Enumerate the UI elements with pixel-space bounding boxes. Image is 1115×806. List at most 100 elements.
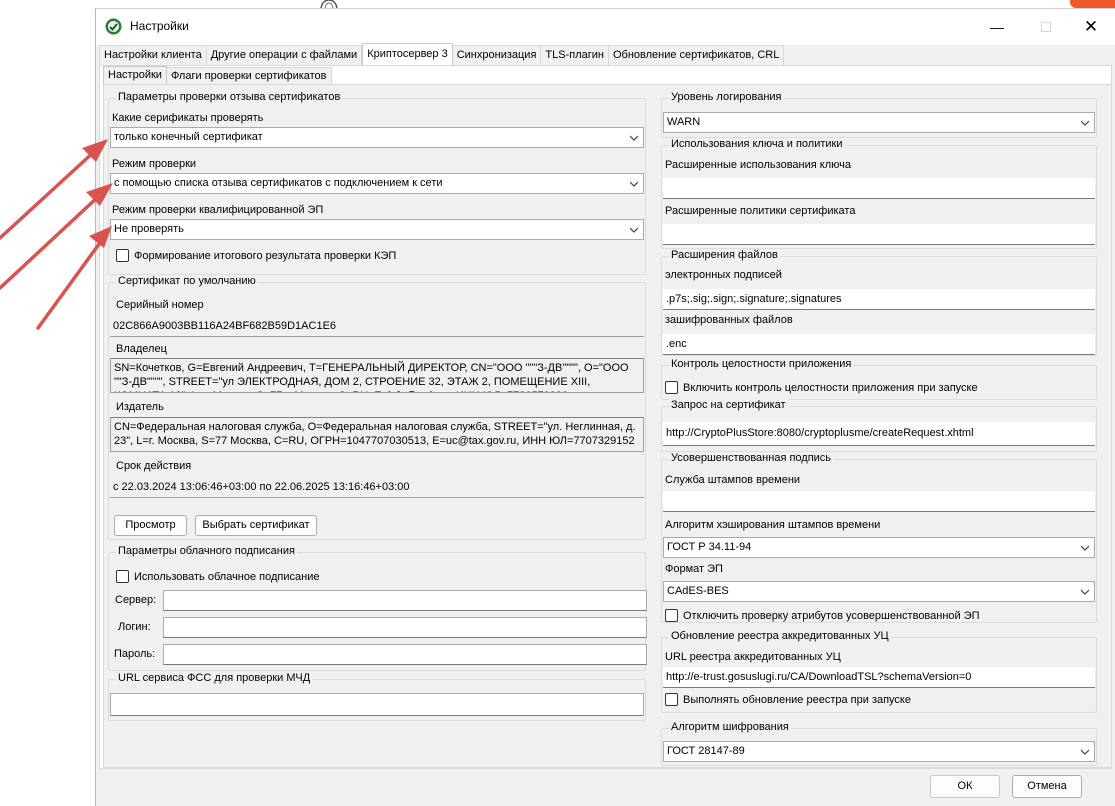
login-label: Логин: (118, 621, 151, 633)
subtab-settings[interactable]: Настройки (103, 66, 167, 84)
key-usage-legend: Использования ключа и политики (669, 138, 845, 150)
checkbox-box[interactable] (665, 609, 678, 622)
checkbox-box[interactable] (116, 249, 129, 262)
tab-cryptoserver-3[interactable]: Криптосервер 3 (362, 43, 453, 65)
chevron-down-icon (1081, 749, 1089, 755)
cloud-legend: Параметры облачного подписания (116, 545, 297, 557)
registry-update-checkbox[interactable]: Выполнять обновление реестра при запуске (665, 693, 911, 707)
validity-label: Срок действия (116, 460, 192, 472)
settings-window: Настройки — ☐ ✕ Настройки клиента Другие… (95, 8, 1115, 806)
ext-policy-input[interactable] (663, 224, 1095, 245)
qualified-mode-value: Не проверять (114, 223, 184, 235)
annotation-arrow-1 (0, 139, 108, 240)
qualified-mode-select[interactable]: Не проверять (110, 219, 644, 240)
registry-url-input[interactable]: http://e-trust.gosuslugi.ru/CA/DownloadT… (663, 667, 1095, 688)
revocation-legend: Параметры проверки отзыва сертификатов (116, 91, 343, 103)
cancel-button[interactable]: Отмена (1012, 775, 1082, 798)
sub-tabs: Настройки Флаги проверки сертификатов (103, 66, 332, 84)
chevron-down-icon (1081, 120, 1089, 126)
cipher-value: ГОСТ 28147-89 (667, 745, 745, 757)
which-certs-value: только конечный сертификат (114, 131, 263, 143)
which-certs-select[interactable]: только конечный сертификат (110, 127, 644, 148)
advanced-sig-legend: Усовершенствованная подпись (669, 452, 834, 464)
log-level-select[interactable]: WARN (663, 112, 1095, 133)
ext-policy-label: Расширенные политики сертификата (665, 205, 856, 217)
ok-button[interactable]: ОК (930, 775, 1000, 798)
log-level-value: WARN (667, 116, 701, 128)
chevron-down-icon (1081, 545, 1089, 551)
integrity-checkbox[interactable]: Включить контроль целостности приложения… (665, 381, 978, 395)
minimize-button[interactable]: — (977, 15, 1017, 39)
check-mode-label: Режим проверки (112, 158, 197, 170)
enc-ext-label: зашифрованных файлов (665, 314, 793, 326)
select-cert-button[interactable]: Выбрать сертификат (195, 515, 317, 536)
tsa-hash-label: Алгоритм хэширования штампов времени (665, 519, 881, 531)
close-button[interactable]: ✕ (1071, 15, 1111, 39)
check-mode-select[interactable]: с помощью списка отзыва сертификатов с п… (110, 173, 644, 194)
server-input[interactable] (163, 590, 647, 611)
validity-value: с 22.03.2024 13:06:46+03:00 по 22.06.202… (110, 477, 644, 498)
ext-key-usage-input[interactable] (663, 178, 1095, 199)
log-level-legend: Уровень логирования (669, 91, 784, 103)
use-cloud-checkbox[interactable]: Использовать облачное подписание (116, 570, 319, 584)
password-input[interactable] (163, 644, 647, 665)
chevron-down-icon (630, 135, 638, 141)
file-ext-legend: Расширения файлов (669, 249, 780, 261)
owner-label: Владелец (116, 343, 167, 355)
tab-tls-plugin[interactable]: TLS-плагин (541, 45, 609, 65)
maximize-button[interactable]: ☐ (1026, 15, 1066, 39)
subtab-cert-flags[interactable]: Флаги проверки сертификатов (166, 67, 332, 84)
background-app-corner (1070, 0, 1115, 8)
tsa-input[interactable] (663, 491, 1095, 512)
sub-tab-page: Параметры проверки отзыва сертификатов К… (103, 84, 1112, 768)
tsa-hash-value: ГОСТ Р 34.11-94 (667, 541, 752, 553)
qualified-mode-label: Режим проверки квалифицированной ЭП (112, 204, 324, 216)
server-label: Сервер: (115, 594, 157, 606)
fss-legend: URL сервиса ФСС для проверки МЧД (116, 672, 313, 684)
sig-format-value: CAdES-BES (667, 585, 729, 597)
ext-key-usage-label: Расширенные использования ключа (665, 159, 851, 171)
sig-format-label: Формат ЭП (665, 563, 723, 575)
checkbox-box[interactable] (116, 570, 129, 583)
tsa-hash-select[interactable]: ГОСТ Р 34.11-94 (663, 537, 1095, 558)
password-label: Пароль: (114, 648, 156, 660)
checkbox-box[interactable] (665, 381, 678, 394)
login-input[interactable] (163, 617, 647, 638)
final-kep-checkbox[interactable]: Формирование итогового результата провер… (116, 249, 396, 263)
window-title: Настройки (130, 19, 189, 33)
chevron-down-icon (630, 227, 638, 233)
integrity-legend: Контроль целостности приложения (669, 358, 854, 370)
tab-cert-update[interactable]: Обновление сертификатов, CRL (608, 45, 785, 65)
check-mode-value: с помощью списка отзыва сертификатов с п… (114, 177, 443, 189)
registry-legend: Обновление реестра аккредитованных УЦ (669, 630, 891, 642)
main-tabs: Настройки клиента Другие операции с файл… (99, 43, 785, 65)
tsa-label: Служба штампов времени (665, 474, 801, 486)
sig-format-select[interactable]: CAdES-BES (663, 581, 1095, 602)
disable-attr-checkbox[interactable]: Отключить проверку атрибутов усовершенст… (665, 609, 980, 623)
cipher-select[interactable]: ГОСТ 28147-89 (663, 741, 1095, 762)
fss-url-input[interactable] (110, 693, 644, 716)
owner-value: SN=Кочетков, G=Евгений Андреевич, T=ГЕНЕ… (110, 358, 644, 393)
final-kep-label: Формирование итогового результата провер… (134, 250, 397, 262)
issuer-value: CN=Федеральная налоговая служба, O=Федер… (110, 417, 644, 452)
tab-file-operations[interactable]: Другие операции с файлами (206, 45, 363, 65)
chevron-down-icon (630, 181, 638, 187)
which-certs-label: Какие серификаты проверять (112, 112, 264, 124)
title-bar: Настройки — ☐ ✕ (96, 9, 1115, 45)
serial-label: Серийный номер (116, 299, 204, 311)
cert-request-input[interactable]: http://CryptoPlusStore:8080/cryptoplusme… (663, 422, 1095, 446)
default-cert-legend: Сертификат по умолчанию (116, 275, 258, 287)
tab-sync[interactable]: Синхронизация (452, 45, 542, 65)
checkbox-box[interactable] (665, 693, 678, 706)
tab-client-settings[interactable]: Настройки клиента (99, 45, 207, 65)
registry-url-label: URL реестра аккредитованных УЦ (665, 651, 841, 663)
registry-update-label: Выполнять обновление реестра при запуске (683, 694, 911, 706)
use-cloud-label: Использовать облачное подписание (134, 571, 320, 583)
issuer-label: Издатель (116, 401, 164, 413)
integrity-label: Включить контроль целостности приложения… (683, 382, 978, 394)
sig-ext-input[interactable]: .p7s;.sig;.sign;.signature;.signatures (663, 289, 1095, 310)
enc-ext-input[interactable]: .enc (663, 334, 1095, 355)
cert-request-legend: Запрос на сертификат (669, 399, 788, 411)
view-cert-button[interactable]: Просмотр (114, 515, 187, 536)
sig-ext-label: электронных подписей (665, 269, 782, 281)
